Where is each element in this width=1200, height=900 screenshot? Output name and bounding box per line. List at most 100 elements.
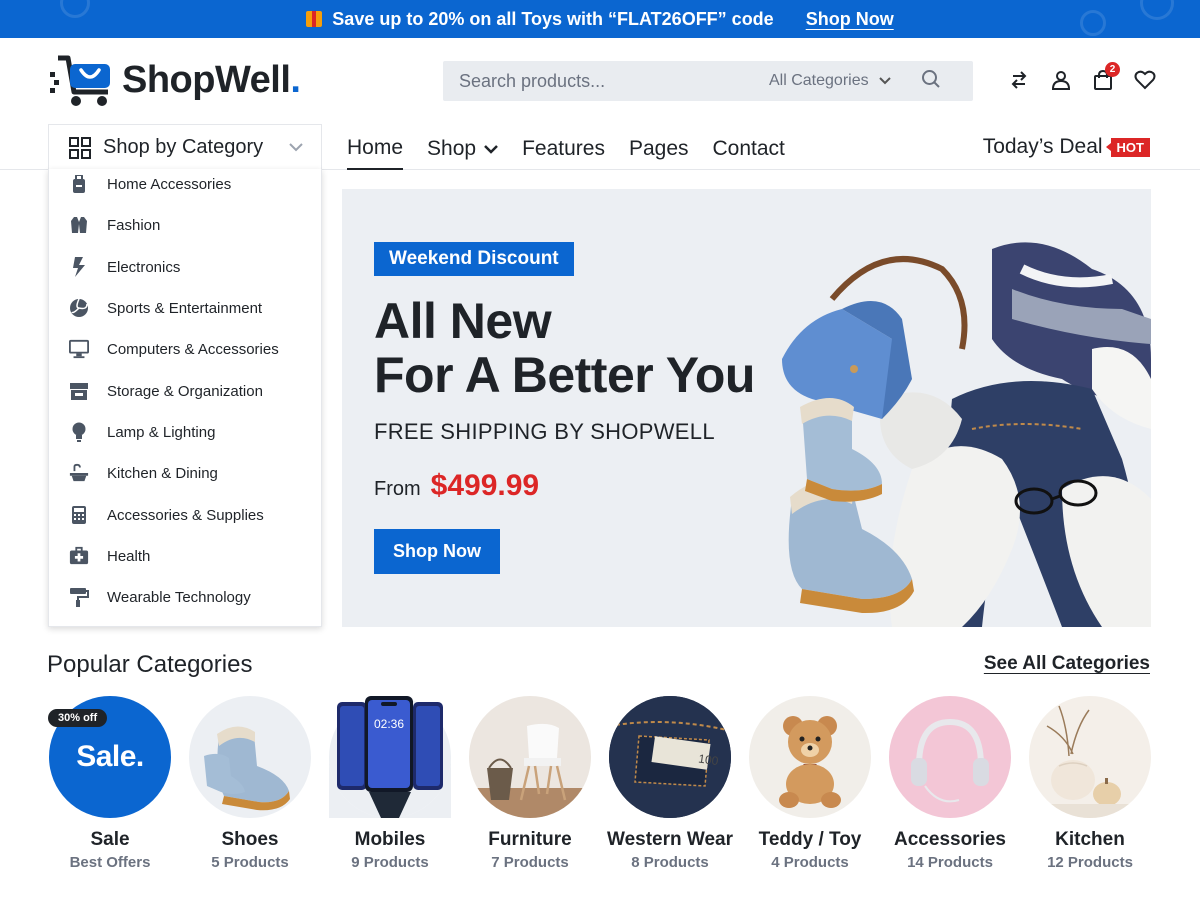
todays-deal-link[interactable]: Today’s Deal HOT	[983, 124, 1150, 170]
category-card-teddy[interactable]: Teddy / Toy 4 Products	[740, 696, 880, 871]
category-item-health[interactable]: Health	[69, 544, 150, 568]
logo-text: ShopWell.	[122, 58, 301, 102]
hero-from-label: From	[374, 478, 421, 500]
hero-price: $499.99	[430, 469, 540, 502]
cart-logo-icon	[50, 55, 110, 106]
store-icon	[69, 381, 89, 401]
nav-home[interactable]: Home	[347, 124, 404, 170]
category-item-label: Home Accessories	[107, 175, 232, 193]
category-card-count: Best Offers	[69, 854, 151, 871]
category-card-furniture[interactable]: Furniture 7 Products	[460, 696, 600, 871]
chevron-down-icon	[289, 143, 303, 152]
category-card-kitchen[interactable]: Kitchen 12 Products	[1020, 696, 1160, 871]
category-image	[889, 696, 1011, 818]
category-card-shoes[interactable]: Shoes 5 Products	[180, 696, 320, 871]
category-item-fashion[interactable]: Fashion	[69, 213, 160, 237]
category-card-count: 5 Products	[211, 854, 289, 871]
logo[interactable]: ShopWell.	[48, 52, 301, 108]
category-card-count: 14 Products	[907, 854, 993, 871]
search-input[interactable]	[443, 70, 753, 92]
nav-shop-label: Shop	[427, 137, 477, 160]
compare-button[interactable]	[1008, 68, 1030, 92]
category-item-accessories-supplies[interactable]: Accessories & Supplies	[69, 503, 264, 527]
promo-bar: Save up to 20% on all Toys with “FLAT26O…	[0, 0, 1200, 38]
promo-shop-now-link[interactable]: Shop Now	[806, 9, 894, 30]
promo-text: Save up to 20% on all Toys with “FLAT26O…	[332, 8, 774, 29]
sale-circle-text: Sale.	[76, 740, 144, 773]
hot-badge: HOT	[1105, 137, 1150, 157]
category-card-name: Shoes	[221, 829, 279, 850]
category-card-name: Western Wear	[606, 829, 733, 850]
shop-by-category-button[interactable]: Shop by Category	[48, 124, 322, 170]
search-bar: All Categories	[443, 61, 973, 101]
nav-pages[interactable]: Pages	[629, 124, 689, 170]
volleyball-icon	[69, 298, 89, 318]
vest-icon	[69, 215, 89, 235]
wishlist-button[interactable]	[1134, 68, 1156, 92]
category-item-label: Computers & Accessories	[107, 340, 279, 358]
category-image	[749, 696, 871, 818]
category-card-mobiles[interactable]: 02:36 Mobiles 9 Products	[320, 696, 460, 871]
category-item-storage[interactable]: Storage & Organization	[69, 379, 263, 403]
category-card-name: Kitchen	[1055, 829, 1125, 850]
category-image: 100	[609, 696, 731, 818]
category-item-label: Accessories & Supplies	[107, 506, 264, 524]
svg-text:100: 100	[697, 752, 719, 769]
hero-shop-now-button[interactable]: Shop Now	[374, 529, 500, 574]
bulb-icon	[69, 422, 89, 442]
header-actions: 2	[1008, 62, 1156, 92]
account-button[interactable]	[1050, 68, 1072, 92]
category-item-label: Lamp & Lighting	[107, 423, 216, 441]
category-item-computers[interactable]: Computers & Accessories	[69, 337, 279, 361]
logo-name: ShopWell	[122, 58, 291, 101]
nav-shop[interactable]: Shop	[427, 124, 498, 170]
bag-icon	[69, 174, 89, 194]
sink-icon	[69, 463, 89, 483]
hero-subtitle: FREE SHIPPING BY SHOPWELL	[374, 419, 715, 444]
popular-categories-title: Popular Categories	[47, 651, 253, 678]
hero-headline: All New For A Better You	[374, 294, 755, 402]
user-icon	[1051, 71, 1071, 90]
hero-badge: Weekend Discount	[374, 242, 574, 276]
category-item-kitchen[interactable]: Kitchen & Dining	[69, 461, 218, 485]
hero-price-line: From $499.99	[374, 469, 539, 503]
cart-count-badge: 2	[1105, 62, 1120, 77]
category-card-name: Sale	[90, 829, 130, 850]
category-card-count: 8 Products	[631, 854, 709, 871]
medkit-icon	[69, 546, 89, 566]
bolt-icon	[69, 257, 89, 277]
see-all-categories-link[interactable]: See All Categories	[984, 653, 1150, 675]
monitor-icon	[69, 339, 89, 359]
search-icon	[921, 69, 940, 88]
category-item-sports[interactable]: Sports & Entertainment	[69, 296, 262, 320]
category-item-label: Storage & Organization	[107, 382, 263, 400]
category-item-electronics[interactable]: Electronics	[69, 255, 180, 279]
category-card-name: Furniture	[488, 829, 572, 850]
paint-roller-icon	[69, 587, 89, 607]
category-select[interactable]: All Categories	[769, 72, 891, 90]
category-item-label: Electronics	[107, 258, 181, 276]
category-item-lamp[interactable]: Lamp & Lighting	[69, 420, 215, 444]
category-card-name: Mobiles	[354, 829, 426, 850]
nav-features[interactable]: Features	[522, 124, 605, 170]
category-card-western-wear[interactable]: 100 Western Wear 8 Products	[600, 696, 740, 871]
hero-headline-line1: All New	[374, 293, 552, 349]
category-image	[189, 696, 311, 818]
category-item-label: Health	[107, 547, 151, 565]
cart-button[interactable]: 2	[1092, 62, 1120, 92]
category-card-name: Accessories	[894, 829, 1006, 850]
gift-icon	[306, 10, 323, 27]
search-button[interactable]	[921, 69, 941, 94]
category-item-home-accessories[interactable]: Home Accessories	[69, 172, 231, 196]
chevron-down-icon	[484, 144, 498, 154]
category-image: 02:36	[329, 696, 451, 818]
category-card-accessories[interactable]: Accessories 14 Products	[880, 696, 1020, 871]
category-item-label: Kitchen & Dining	[107, 464, 218, 482]
hero-headline-line2: For A Better You	[374, 347, 755, 403]
category-item-wearable[interactable]: Wearable Technology	[69, 585, 251, 609]
discount-tag: 30% off	[48, 709, 108, 727]
hero-product-image	[782, 242, 1151, 627]
category-select-label: All Categories	[769, 72, 869, 89]
nav-contact[interactable]: Contact	[713, 124, 785, 170]
swap-arrows-icon	[1011, 71, 1027, 89]
